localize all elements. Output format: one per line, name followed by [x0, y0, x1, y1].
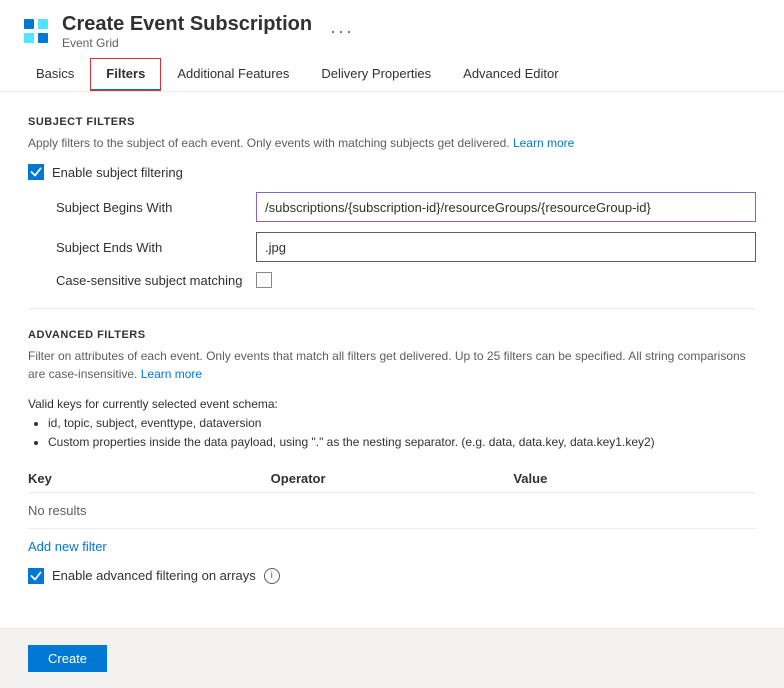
- subject-filters-title: SUBJECT FILTERS: [28, 116, 756, 128]
- page-header: Create Event Subscription Event Grid ···…: [0, 0, 784, 92]
- tab-basics[interactable]: Basics: [20, 58, 90, 91]
- main-content: SUBJECT FILTERS Apply filters to the sub…: [0, 92, 784, 628]
- subject-begins-with-label: Subject Begins With: [56, 200, 256, 215]
- tab-advanced-editor[interactable]: Advanced Editor: [447, 58, 574, 91]
- more-options-icon[interactable]: ···: [330, 21, 354, 42]
- subject-filters-learn-more[interactable]: Learn more: [513, 136, 574, 150]
- tab-additional-features[interactable]: Additional Features: [161, 58, 305, 91]
- tab-filters[interactable]: Filters: [90, 58, 161, 91]
- enable-advanced-filtering-checkbox[interactable]: [28, 568, 44, 584]
- create-button[interactable]: Create: [28, 645, 107, 672]
- enable-advanced-filtering-label: Enable advanced filtering on arrays: [52, 568, 256, 583]
- subject-filters-description: Apply filters to the subject of each eve…: [28, 134, 756, 152]
- subject-ends-with-row: Subject Ends With: [28, 232, 756, 262]
- subject-ends-with-label: Subject Ends With: [56, 240, 256, 255]
- case-sensitive-label: Case-sensitive subject matching: [56, 273, 256, 288]
- page-title: Create Event Subscription: [62, 12, 312, 36]
- page-subtitle: Event Grid: [62, 36, 312, 50]
- enable-advanced-filtering-row: Enable advanced filtering on arrays i: [28, 568, 756, 584]
- subject-begins-with-input[interactable]: [256, 192, 756, 222]
- column-key: Key: [28, 471, 271, 486]
- subject-filters-section: SUBJECT FILTERS Apply filters to the sub…: [28, 116, 756, 288]
- event-grid-icon: [20, 15, 52, 47]
- table-row-no-results: No results: [28, 493, 756, 529]
- enable-subject-filtering-label: Enable subject filtering: [52, 165, 183, 180]
- advanced-filters-section: ADVANCED FILTERS Filter on attributes of…: [28, 329, 756, 584]
- case-sensitive-row: Case-sensitive subject matching: [28, 272, 756, 288]
- nav-tabs: Basics Filters Additional Features Deliv…: [20, 58, 764, 91]
- info-icon[interactable]: i: [264, 568, 280, 584]
- subject-begins-with-row: Subject Begins With: [28, 192, 756, 222]
- valid-keys-item-2: Custom properties inside the data payloa…: [48, 433, 756, 452]
- enable-subject-filtering-row: Enable subject filtering: [28, 164, 756, 180]
- enable-subject-filtering-checkbox[interactable]: [28, 164, 44, 180]
- section-divider: [28, 308, 756, 309]
- add-new-filter-link[interactable]: Add new filter: [28, 539, 107, 554]
- tab-delivery-properties[interactable]: Delivery Properties: [305, 58, 447, 91]
- valid-keys-item-1: id, topic, subject, eventtype, dataversi…: [48, 414, 756, 433]
- column-value: Value: [513, 471, 756, 486]
- valid-keys-block: Valid keys for currently selected event …: [28, 395, 756, 453]
- page-footer: Create: [0, 628, 784, 688]
- no-results-text: No results: [28, 503, 271, 518]
- advanced-filters-description: Filter on attributes of each event. Only…: [28, 347, 756, 383]
- case-sensitive-checkbox[interactable]: [256, 272, 272, 288]
- filters-table-header: Key Operator Value: [28, 465, 756, 493]
- advanced-filters-learn-more[interactable]: Learn more: [141, 367, 202, 381]
- advanced-filters-title: ADVANCED FILTERS: [28, 329, 756, 341]
- subject-ends-with-input[interactable]: [256, 232, 756, 262]
- column-operator: Operator: [271, 471, 514, 486]
